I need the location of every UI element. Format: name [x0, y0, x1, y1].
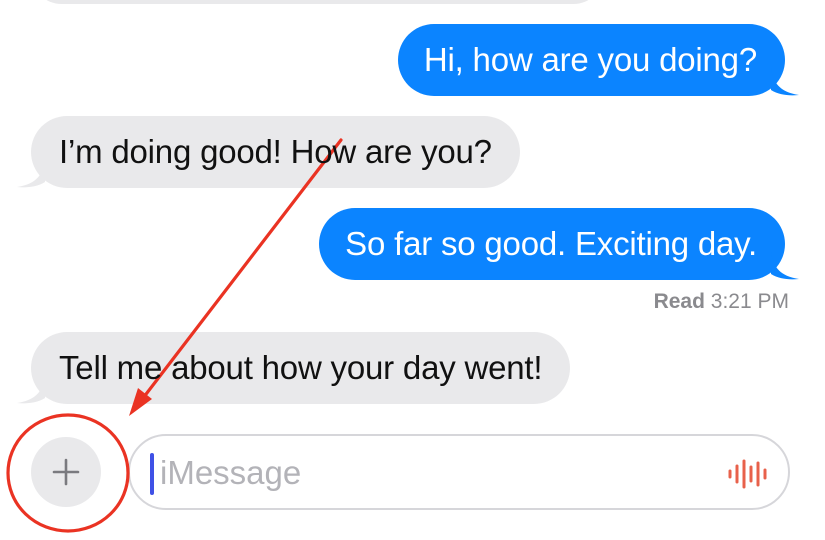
outgoing-message-bubble[interactable]: Hi, how are you doing?: [397, 24, 799, 96]
message-text: Hi, how are you doing?: [423, 41, 757, 78]
add-attachment-button[interactable]: [31, 437, 101, 507]
audio-waveform-icon[interactable]: [726, 458, 770, 490]
plus-icon: [52, 458, 80, 486]
read-receipt: Read 3:21 PM: [654, 290, 789, 314]
read-time: 3:21 PM: [710, 290, 789, 313]
incoming-message-bubble[interactable]: Tell me about how your day went!: [17, 332, 571, 404]
bubble-tail: [771, 252, 799, 280]
bubble-tail: [17, 376, 45, 404]
previous-message-bubble: [30, 0, 605, 4]
message-text: I’m doing good! How are you?: [59, 133, 492, 170]
text-cursor: [150, 453, 154, 495]
message-composer[interactable]: [128, 434, 790, 510]
read-status: Read: [653, 290, 705, 313]
messages-screen: Hi, how are you doing? I’m doing good! H…: [0, 0, 825, 540]
bubble-tail: [17, 160, 45, 188]
bubble-tail: [771, 68, 799, 96]
incoming-message-bubble[interactable]: I’m doing good! How are you?: [17, 116, 520, 188]
outgoing-message-bubble[interactable]: So far so good. Exciting day.: [319, 208, 799, 280]
message-text: Tell me about how your day went!: [59, 349, 543, 386]
message-text: So far so good. Exciting day.: [345, 225, 757, 262]
message-input[interactable]: [160, 444, 720, 502]
